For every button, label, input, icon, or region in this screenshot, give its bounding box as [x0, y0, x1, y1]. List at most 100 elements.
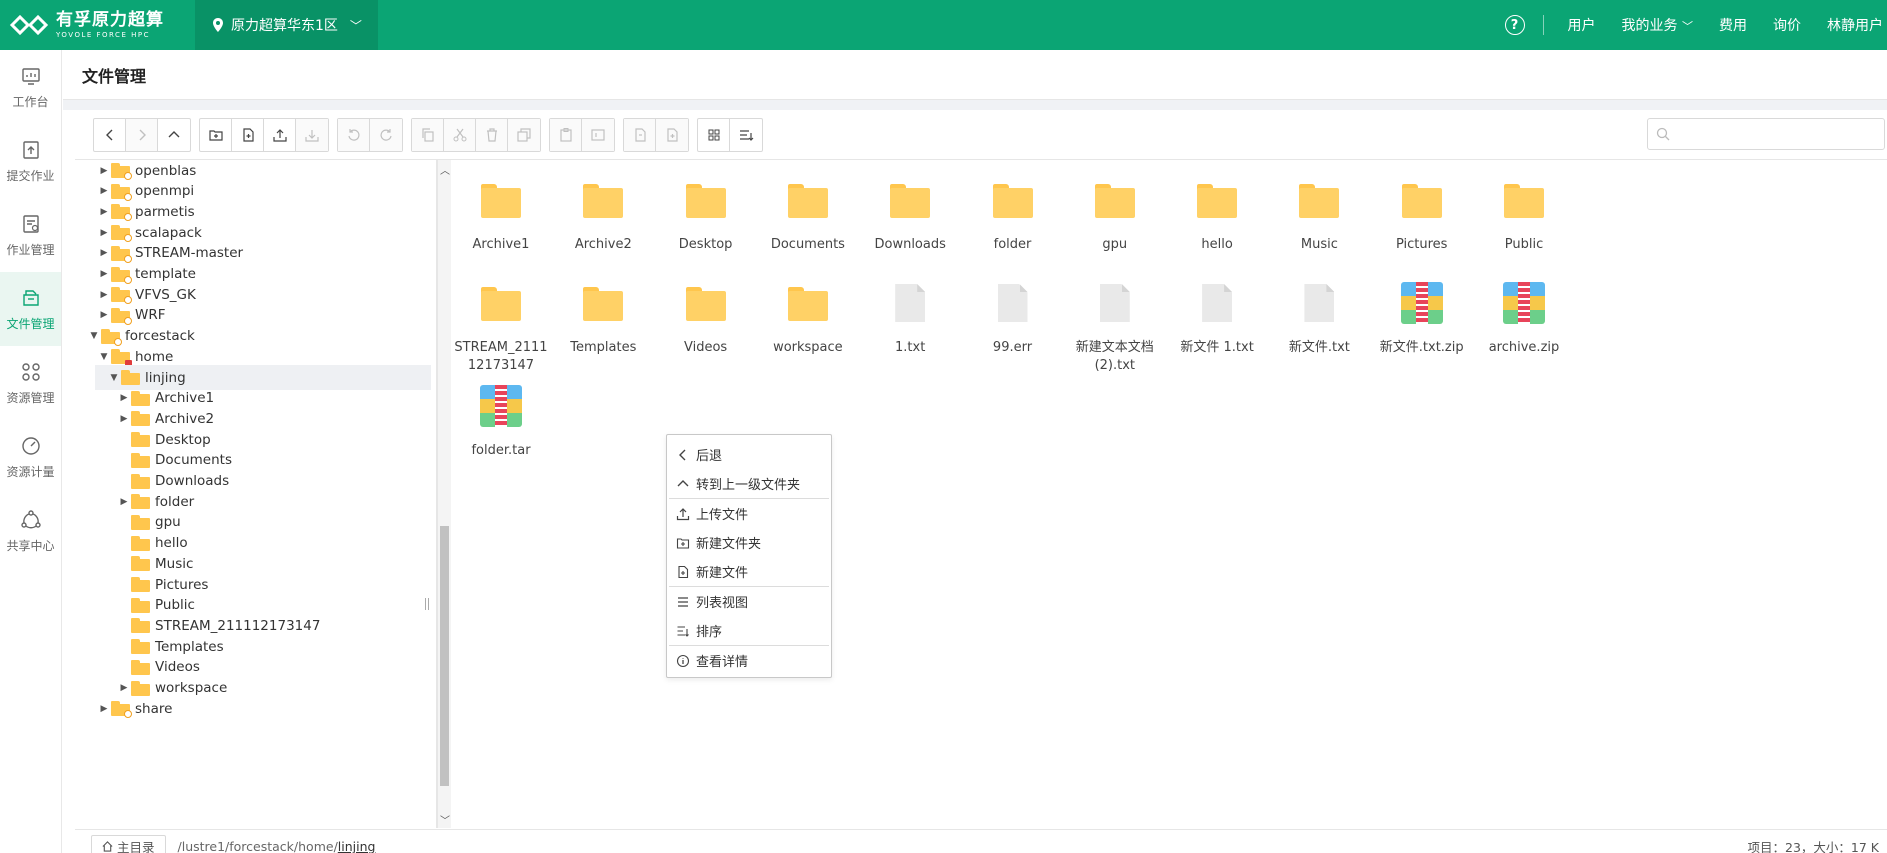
file-item[interactable]: STREAM_211112173147 — [450, 263, 552, 375]
context-menu-item-list-view[interactable]: 列表视图 — [667, 587, 831, 616]
caret-right-icon[interactable]: ▶ — [99, 248, 109, 258]
logo-subtext: YOVOLE FORCE HPC — [56, 30, 150, 39]
file-item[interactable]: Videos — [655, 263, 757, 357]
rail-item-job-manage[interactable]: 作业管理 — [0, 198, 61, 272]
caret-right-icon[interactable]: ▶ — [99, 228, 109, 238]
file-item[interactable]: Pictures — [1371, 160, 1473, 254]
path-current[interactable]: linjing — [338, 839, 376, 853]
context-menu-item-new-file[interactable]: 新建文件 — [667, 557, 831, 586]
region-selector[interactable]: 原力超算华东1区 ﹀ — [195, 0, 378, 50]
context-menu-item-back[interactable]: 后退 — [667, 440, 831, 469]
undo-button[interactable] — [338, 118, 370, 151]
nav-inquiry[interactable]: 询价 — [1773, 15, 1801, 35]
compress-button[interactable] — [656, 118, 688, 151]
redo-button[interactable] — [370, 118, 402, 151]
context-menu-item-up[interactable]: 转到上一级文件夹 — [667, 469, 831, 498]
home-button[interactable]: 主目录 — [91, 834, 166, 853]
file-item[interactable]: Downloads — [859, 160, 961, 254]
rail-item-file-manage[interactable]: 文件管理 — [0, 272, 61, 346]
caret-right-icon[interactable]: ▶ — [99, 704, 109, 714]
file-item[interactable]: Music — [1268, 160, 1370, 254]
file-item[interactable]: 新文件 1.txt — [1166, 263, 1268, 357]
file-item[interactable]: 1.txt — [859, 263, 961, 357]
file-item[interactable]: folder.tar — [450, 366, 552, 460]
tree-node-label: Desktop — [155, 431, 211, 448]
rail-item-dashboard[interactable]: 工作台 — [0, 50, 61, 124]
copy-button[interactable] — [412, 118, 444, 151]
context-menu-item-sort[interactable]: 排序 — [667, 616, 831, 645]
file-item[interactable]: 新文件.txt.zip — [1371, 263, 1473, 357]
scroll-down-icon[interactable]: ﹀ — [438, 812, 452, 827]
nav-my-business[interactable]: 我的业务 ﹀ — [1622, 15, 1693, 35]
file-item[interactable]: folder — [962, 160, 1064, 254]
file-item[interactable]: gpu — [1064, 160, 1166, 254]
file-item[interactable]: 新文件.txt — [1268, 263, 1370, 357]
caret-down-icon[interactable]: ▼ — [109, 373, 119, 383]
file-item[interactable]: Public — [1473, 160, 1575, 254]
caret-right-icon[interactable]: ▶ — [99, 166, 109, 176]
back-button[interactable] — [94, 118, 126, 151]
folder-icon — [1501, 178, 1547, 224]
file-item[interactable]: hello — [1166, 160, 1268, 254]
search-box[interactable] — [1647, 118, 1885, 150]
context-menu-item-info[interactable]: 查看详情 — [667, 646, 831, 675]
caret-right-icon[interactable]: ▶ — [119, 393, 129, 403]
file-item[interactable]: archive.zip — [1473, 263, 1575, 357]
sort-icon — [677, 625, 689, 637]
context-menu-item-upload[interactable]: 上传文件 — [667, 499, 831, 528]
download-button[interactable] — [296, 118, 328, 151]
nav-group — [93, 117, 191, 152]
tree-node[interactable]: ▶ share — [99, 696, 172, 721]
up-button[interactable] — [158, 119, 190, 151]
cut-button[interactable] — [444, 118, 476, 151]
context-menu-item-new-folder[interactable]: 新建文件夹 — [667, 528, 831, 557]
rail-item-submit-job[interactable]: 提交作业 — [0, 124, 61, 198]
caret-right-icon[interactable]: ▶ — [119, 414, 129, 424]
caret-right-icon[interactable]: ▶ — [99, 269, 109, 279]
new-folder-button[interactable] — [200, 118, 232, 151]
nav-user[interactable]: 用户 — [1568, 15, 1596, 35]
rail-item-share-center[interactable]: 共享中心 — [0, 494, 61, 568]
grid-view-button[interactable] — [698, 118, 730, 151]
caret-down-icon[interactable]: ▼ — [99, 352, 109, 362]
new-file-button[interactable] — [232, 118, 264, 151]
tree-node-label: Public — [155, 597, 195, 614]
caret-right-icon[interactable]: ▶ — [99, 310, 109, 320]
file-item[interactable]: Archive1 — [450, 160, 552, 254]
caret-right-icon[interactable]: ▶ — [99, 207, 109, 217]
search-input[interactable] — [1676, 127, 1866, 141]
file-item[interactable]: Archive2 — [552, 160, 654, 254]
folder-icon — [131, 618, 150, 634]
file-item[interactable]: Documents — [757, 160, 859, 254]
file-item[interactable]: Templates — [552, 263, 654, 357]
duplicate-button[interactable] — [508, 118, 540, 151]
caret-right-icon[interactable]: ▶ — [119, 497, 129, 507]
logo[interactable]: 有孚原力超算 YOVOLE FORCE HPC — [0, 0, 195, 50]
forward-button[interactable] — [126, 118, 158, 151]
file-item[interactable]: 新建文本文档(2).txt — [1064, 263, 1166, 375]
status-summary: 项目：23，大小：17 K — [1747, 840, 1879, 853]
delete-button[interactable] — [476, 118, 508, 151]
file-item[interactable]: Desktop — [655, 160, 757, 254]
rename-button[interactable] — [582, 118, 614, 151]
caret-down-icon[interactable]: ▼ — [89, 331, 99, 341]
tree-node-label: Archive1 — [155, 390, 215, 407]
caret-right-icon[interactable]: ▶ — [119, 683, 129, 693]
nav-billing[interactable]: 费用 — [1719, 15, 1747, 35]
sort-button[interactable] — [730, 119, 762, 151]
help-icon[interactable]: ? — [1504, 15, 1525, 35]
tree-scrollbar[interactable]: ︿ ﹀ — [437, 160, 451, 828]
caret-right-icon[interactable]: ▶ — [99, 290, 109, 300]
caret-right-icon[interactable]: ▶ — [99, 186, 109, 196]
extract-button[interactable] — [624, 118, 656, 151]
file-item[interactable]: workspace — [757, 263, 859, 357]
resize-handle[interactable] — [425, 598, 429, 610]
nav-account[interactable]: 林静用户 — [1827, 15, 1883, 35]
file-item[interactable]: 99.err — [962, 263, 1064, 357]
upload-button[interactable] — [264, 118, 296, 151]
rail-item-metering[interactable]: 资源计量 — [0, 420, 61, 494]
rail-item-resource[interactable]: 资源管理 — [0, 346, 61, 420]
scrollbar-thumb[interactable] — [440, 526, 449, 786]
folder-icon — [111, 266, 132, 284]
paste-button[interactable] — [550, 118, 582, 151]
